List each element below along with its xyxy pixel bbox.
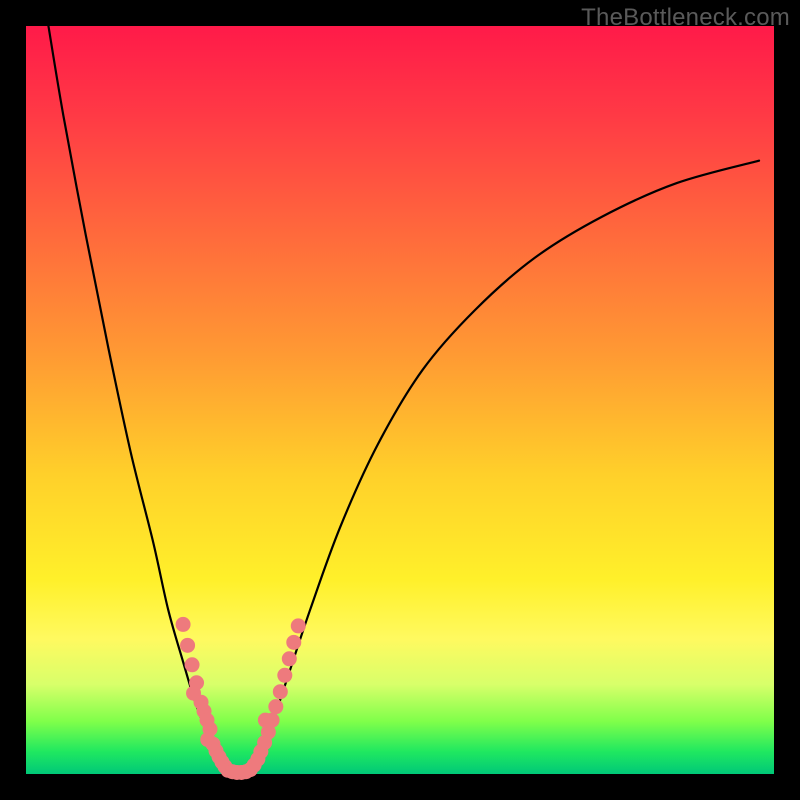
marker-dot (273, 684, 288, 699)
marker-dot (291, 618, 306, 633)
marker-dot (265, 713, 280, 728)
frame: TheBottleneck.com (0, 0, 800, 800)
plot-area (26, 26, 774, 774)
curve-left (48, 26, 228, 774)
marker-dot (185, 657, 200, 672)
watermark-text: TheBottleneck.com (581, 4, 790, 32)
marker-dot (180, 638, 195, 653)
marker-dot (277, 668, 292, 683)
marker-dot (268, 699, 283, 714)
marker-group (176, 617, 306, 780)
marker-dot (282, 651, 297, 666)
curve-right (250, 161, 759, 774)
marker-dot (176, 617, 191, 632)
marker-dot (286, 635, 301, 650)
chart-svg (26, 26, 774, 774)
